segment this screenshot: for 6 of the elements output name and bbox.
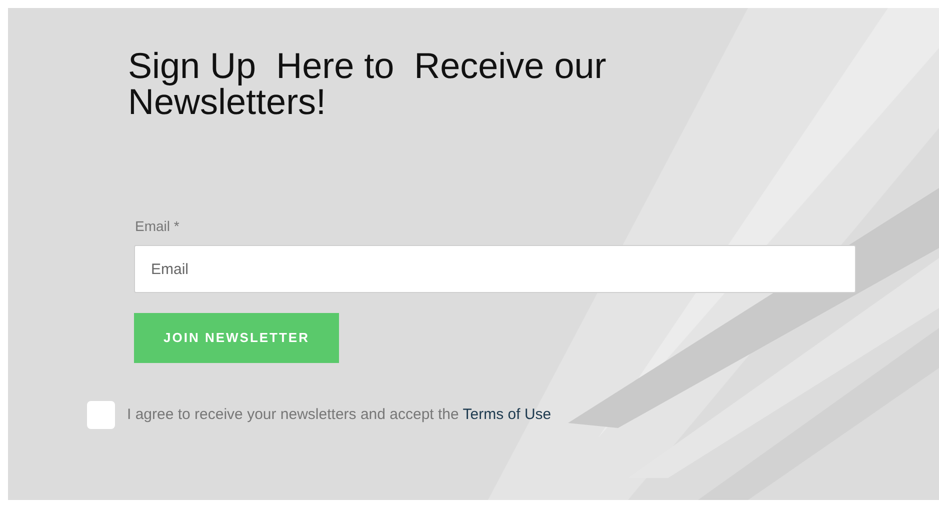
consent-checkbox[interactable] bbox=[87, 401, 115, 429]
email-field[interactable]: Email bbox=[134, 245, 856, 293]
consent-text: I agree to receive your newsletters and accept the Terms of Use bbox=[127, 404, 552, 425]
email-label: Email * bbox=[135, 217, 180, 236]
terms-link[interactable]: Terms of Use bbox=[462, 406, 552, 423]
page-heading: Sign Up Here to Receive our Newsletters! bbox=[128, 48, 608, 120]
